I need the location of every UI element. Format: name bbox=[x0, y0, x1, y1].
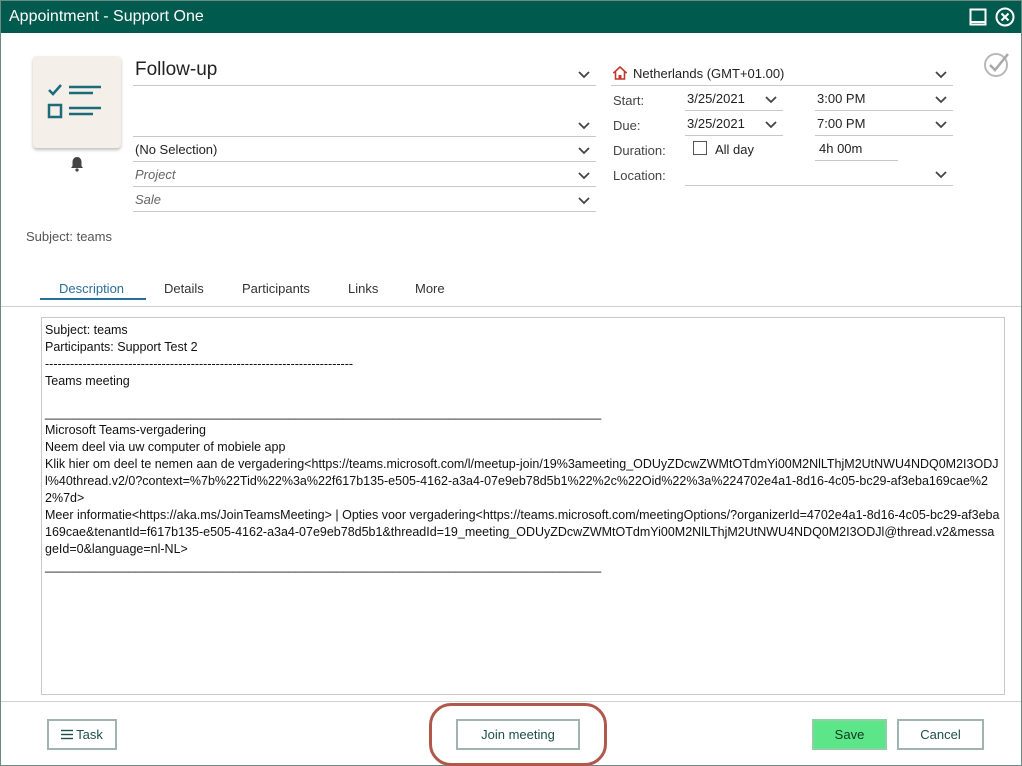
due-label: Due: bbox=[613, 118, 641, 133]
chevron-down-icon bbox=[578, 71, 590, 79]
save-button-label: Save bbox=[834, 727, 865, 742]
close-button[interactable] bbox=[994, 6, 1016, 28]
description-line: Microsoft Teams-vergadering bbox=[45, 423, 206, 437]
cancel-button[interactable]: Cancel bbox=[897, 719, 984, 750]
window-title: Appointment - Support One bbox=[9, 8, 204, 25]
close-icon bbox=[995, 7, 1015, 27]
description-line: Meer informatie<https://aka.ms/JoinTeams… bbox=[45, 508, 1000, 556]
task-list-icon bbox=[47, 84, 101, 119]
due-date-value: 3/25/2021 bbox=[687, 116, 745, 131]
active-tab-indicator bbox=[40, 298, 146, 300]
duration-input[interactable]: 4h 00m bbox=[815, 137, 898, 161]
footer-divider bbox=[1, 701, 1021, 702]
description-line: ----------------------------------------… bbox=[45, 357, 354, 371]
selection-value: (No Selection) bbox=[135, 142, 218, 157]
start-time-value: 3:00 PM bbox=[817, 91, 866, 106]
description-line: ________________________________________… bbox=[45, 559, 602, 573]
highlight-annotation bbox=[429, 703, 607, 766]
duration-label: Duration: bbox=[613, 143, 666, 158]
tab-links[interactable]: Links bbox=[348, 281, 378, 296]
tab-participants[interactable]: Participants bbox=[242, 281, 310, 296]
bell-icon bbox=[71, 157, 83, 172]
chevron-down-icon bbox=[935, 71, 947, 79]
description-line: Klik hier om deel te nemen aan de vergad… bbox=[45, 457, 999, 505]
start-date-picker[interactable]: 3/25/2021 bbox=[685, 87, 783, 111]
due-time-dropdown[interactable]: 7:00 PM bbox=[815, 112, 953, 136]
chevron-down-icon bbox=[935, 96, 947, 104]
task-button-label: Task bbox=[76, 727, 103, 742]
description-line: Neem deel via uw computer of mobiele app bbox=[45, 440, 286, 454]
title-bar: Appointment - Support One bbox=[1, 1, 1021, 33]
chevron-down-icon bbox=[935, 171, 947, 179]
tab-description[interactable]: Description bbox=[59, 281, 124, 296]
sale-placeholder: Sale bbox=[135, 192, 162, 207]
subject-line: Subject: teams bbox=[26, 229, 112, 244]
description-line: Subject: teams bbox=[45, 323, 128, 337]
tab-details[interactable]: Details bbox=[164, 281, 204, 296]
timezone-value: Netherlands (GMT+01.00) bbox=[633, 66, 785, 81]
chevron-down-icon bbox=[765, 121, 777, 129]
description-textarea[interactable]: Subject: teams Participants: Support Tes… bbox=[41, 317, 1005, 695]
contact-dropdown[interactable] bbox=[133, 113, 596, 137]
duration-value: 4h 00m bbox=[819, 141, 863, 156]
allday-checkbox[interactable] bbox=[693, 141, 707, 155]
project-dropdown[interactable]: Project bbox=[133, 163, 596, 187]
tab-bar: Description Details Participants Links M… bbox=[1, 273, 1021, 307]
sale-dropdown[interactable]: Sale bbox=[133, 188, 596, 212]
due-date-picker[interactable]: 3/25/2021 bbox=[685, 112, 783, 136]
description-line: ________________________________________… bbox=[45, 406, 602, 420]
project-placeholder: Project bbox=[135, 167, 176, 182]
task-button[interactable]: Task bbox=[47, 719, 117, 750]
type-dropdown[interactable]: Follow-up bbox=[133, 58, 596, 86]
start-date-value: 3/25/2021 bbox=[687, 91, 745, 106]
description-line: Participants: Support Test 2 bbox=[45, 340, 198, 354]
due-time-value: 7:00 PM bbox=[817, 116, 866, 131]
start-time-dropdown[interactable]: 3:00 PM bbox=[815, 87, 953, 111]
list-icon bbox=[61, 729, 74, 740]
type-value: Follow-up bbox=[135, 59, 218, 80]
location-dropdown[interactable] bbox=[685, 162, 953, 186]
chevron-down-icon bbox=[935, 121, 947, 129]
cancel-button-label: Cancel bbox=[920, 727, 961, 742]
check-circle-icon bbox=[984, 53, 1009, 77]
tab-more[interactable]: More bbox=[415, 281, 445, 296]
location-label: Location: bbox=[613, 168, 666, 183]
chevron-down-icon bbox=[578, 172, 590, 180]
timezone-dropdown[interactable]: Netherlands (GMT+01.00) bbox=[611, 62, 953, 86]
description-line: Teams meeting bbox=[45, 374, 130, 388]
save-button[interactable]: Save bbox=[812, 719, 887, 750]
completed-toggle[interactable] bbox=[982, 49, 1012, 82]
allday-label: All day bbox=[715, 142, 755, 157]
reminder-bell-button[interactable] bbox=[68, 155, 86, 176]
maximize-icon bbox=[969, 8, 987, 26]
appointment-window: Appointment - Support One Follow-up (No … bbox=[0, 0, 1022, 766]
maximize-button[interactable] bbox=[967, 6, 989, 28]
home-icon bbox=[613, 66, 627, 80]
start-label: Start: bbox=[613, 93, 645, 108]
appointment-type-icon-card[interactable] bbox=[33, 56, 121, 148]
chevron-down-icon bbox=[578, 147, 590, 155]
chevron-down-icon bbox=[765, 96, 777, 104]
selection-dropdown[interactable]: (No Selection) bbox=[133, 138, 596, 162]
chevron-down-icon bbox=[578, 197, 590, 205]
chevron-down-icon bbox=[578, 122, 590, 130]
